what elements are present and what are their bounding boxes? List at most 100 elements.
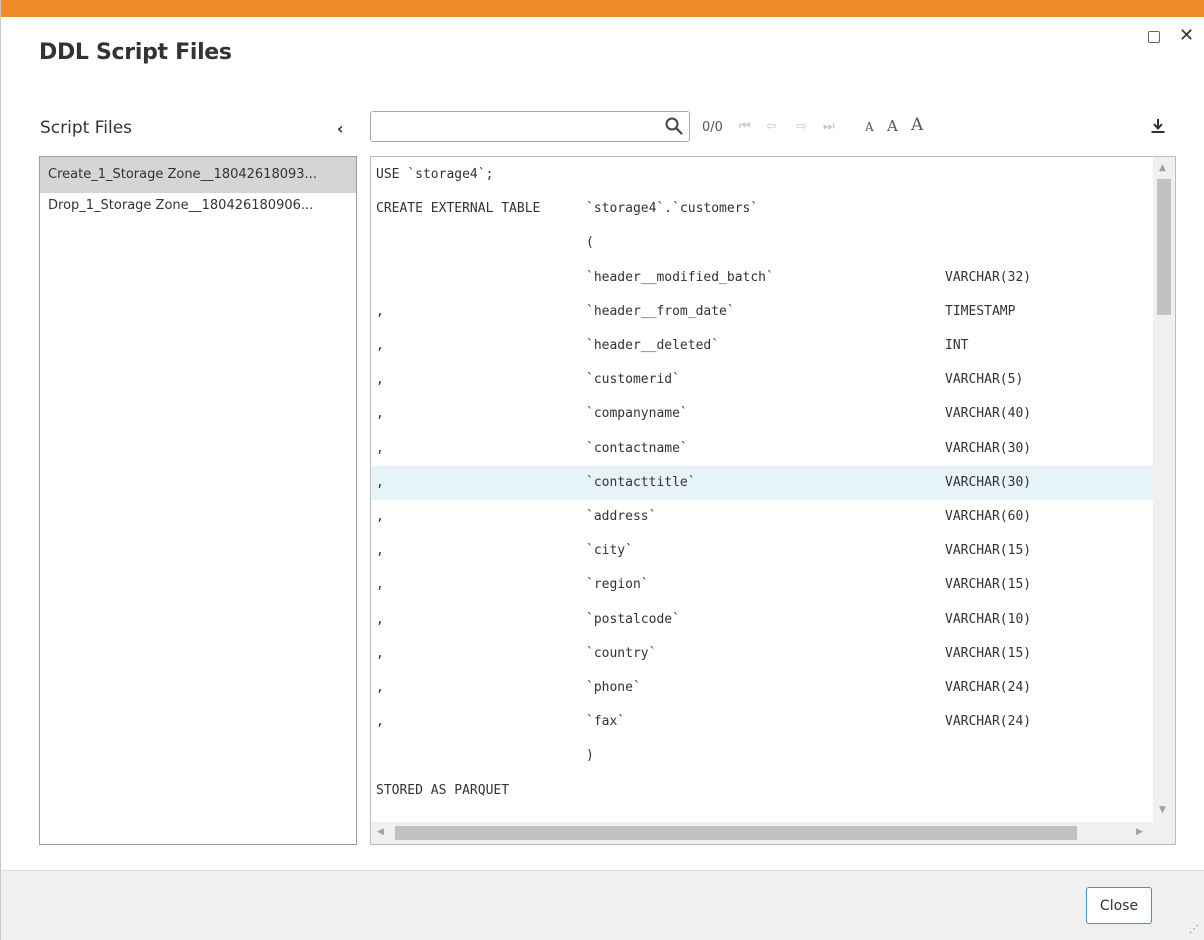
column-name: `region` — [586, 577, 649, 593]
resize-grip-icon[interactable]: ⋰ — [1189, 924, 1199, 935]
code-line: , `fax` VARCHAR(24) — [371, 705, 1153, 739]
collapse-sidebar-icon[interactable]: ‹ — [337, 119, 344, 138]
first-match-icon[interactable]: ⏮ — [739, 119, 751, 134]
code-text: STORED AS PARQUET — [376, 782, 510, 798]
download-icon[interactable] — [1149, 117, 1167, 135]
column-name: `contacttitle` — [586, 474, 696, 490]
script-file-list: Create_1_Storage Zone__18042618093... Dr… — [39, 156, 357, 845]
code-line: , `country` VARCHAR(15) — [371, 637, 1153, 671]
column-type: VARCHAR(5) — [945, 372, 1024, 388]
maximize-icon[interactable] — [1148, 31, 1160, 43]
code-line: , `header__from_date` TIMESTAMP — [371, 295, 1153, 329]
ddl-code-editor[interactable]: STORED AS PARQUET), `fax` VARCHAR(24), `pho… — [370, 156, 1176, 845]
code-line: CREATE EXTERNAL TABLE `storage4`.`custome… — [371, 192, 1153, 226]
code-text: , — [376, 714, 384, 730]
column-name: `header__deleted` — [586, 338, 720, 353]
column-name: `postalcode` — [586, 611, 680, 627]
column-name: `phone` — [586, 680, 641, 695]
code-text: , — [376, 440, 384, 456]
scroll-up-icon[interactable]: ▲ — [1159, 163, 1166, 173]
code-line: USE `storage4`; — [371, 158, 1153, 192]
ddl-script-files-dialog: DDL Script Files ✕ Script Files ‹ Create… — [0, 0, 1204, 940]
column-name: `companyname` — [586, 406, 688, 422]
code-text: , — [376, 338, 384, 353]
column-type: VARCHAR(24) — [945, 714, 1032, 730]
column-name: `country` — [586, 645, 657, 661]
column-name: `header__modified_batch` — [586, 269, 774, 285]
increase-font-button[interactable]: A — [911, 115, 923, 135]
code-text: , — [376, 680, 384, 695]
close-button[interactable]: Close — [1086, 887, 1152, 924]
column-name: `city` — [586, 543, 633, 559]
code-text: USE `storage4`; — [376, 167, 494, 182]
file-item-create[interactable]: Create_1_Storage Zone__18042618093... — [40, 157, 356, 193]
scrollbar-corner — [1153, 822, 1175, 844]
column-type: TIMESTAMP — [945, 303, 1016, 319]
column-name: `fax` — [586, 714, 626, 730]
dialog-footer — [1, 870, 1204, 940]
search-icon[interactable] — [665, 117, 683, 135]
column-name: ( — [586, 235, 594, 251]
column-type: VARCHAR(40) — [945, 406, 1032, 422]
code-line: , `postalcode` VARCHAR(10) — [371, 603, 1153, 637]
last-match-icon[interactable]: ⏭ — [823, 119, 835, 134]
column-name: `address` — [586, 509, 657, 524]
match-count: 0/0 — [702, 120, 723, 135]
column-name: `storage4`.`customers` — [586, 201, 759, 217]
code-line: , `phone` VARCHAR(24) — [371, 671, 1153, 705]
vertical-scrollbar[interactable]: ▲ ▼ — [1153, 157, 1175, 824]
code-text: CREATE EXTERNAL TABLE — [376, 201, 541, 217]
column-type: VARCHAR(15) — [945, 577, 1032, 593]
column-name: `header__from_date` — [586, 303, 735, 319]
column-name: `customerid` — [586, 372, 680, 388]
code-text: , — [376, 645, 384, 661]
code-line: , `contactname` VARCHAR(30) — [371, 432, 1153, 466]
scroll-right-icon[interactable]: ▶ — [1136, 827, 1143, 837]
code-text: , — [376, 474, 384, 490]
scroll-down-icon[interactable]: ▼ — [1159, 805, 1166, 815]
column-type: VARCHAR(32) — [945, 269, 1032, 285]
code-text: , — [376, 406, 384, 422]
code-line: , `companyname` VARCHAR(40) — [371, 397, 1153, 431]
code-line: `header__modified_batch` VARCHAR(32) — [371, 261, 1153, 295]
next-match-icon[interactable]: ⇨ — [796, 119, 807, 134]
code-line: , `contacttitle` VARCHAR(30) — [371, 465, 1153, 500]
file-item-drop[interactable]: Drop_1_Storage Zone__180426180906... — [40, 193, 356, 223]
code-line: , `customerid` VARCHAR(5) — [371, 363, 1153, 397]
column-type: VARCHAR(10) — [945, 611, 1032, 627]
scroll-left-icon[interactable]: ◀ — [377, 827, 384, 837]
code-text: , — [376, 372, 384, 388]
code-text: , — [376, 577, 384, 593]
code-text: , — [376, 543, 384, 559]
sidebar-title: Script Files — [40, 118, 133, 138]
code-line: STORED AS PARQUET — [371, 774, 1153, 808]
dialog-title: DDL Script Files — [39, 40, 232, 65]
column-type: VARCHAR(24) — [945, 680, 1032, 695]
code-text: , — [376, 303, 384, 319]
search-input[interactable] — [370, 111, 690, 142]
code-line: , `region` VARCHAR(15) — [371, 568, 1153, 602]
code-text: , — [376, 509, 384, 524]
column-name: ) — [586, 748, 594, 764]
close-icon[interactable]: ✕ — [1179, 25, 1194, 46]
code-line: , `city` VARCHAR(15) — [371, 534, 1153, 568]
column-type: INT — [945, 338, 969, 353]
column-type: VARCHAR(30) — [945, 440, 1032, 456]
code-text: , — [376, 611, 384, 627]
reset-font-button[interactable]: A — [887, 117, 898, 135]
code-line: ( — [371, 226, 1153, 260]
column-type: VARCHAR(15) — [945, 645, 1032, 661]
code-line: , `address` VARCHAR(60) — [371, 500, 1153, 534]
horizontal-scroll-thumb[interactable] — [395, 826, 1077, 840]
dialog-accent-bar — [1, 0, 1204, 17]
decrease-font-button[interactable]: A — [865, 120, 874, 134]
column-name: `contactname` — [586, 440, 688, 456]
previous-match-icon[interactable]: ⇦ — [766, 119, 777, 134]
code-line: , `header__deleted` INT — [371, 329, 1153, 363]
code-line: ) — [371, 739, 1153, 773]
horizontal-scrollbar[interactable]: ◀ ▶ — [371, 822, 1153, 844]
column-type: VARCHAR(60) — [945, 509, 1032, 524]
column-type: VARCHAR(15) — [945, 543, 1032, 559]
vertical-scroll-thumb[interactable] — [1157, 179, 1171, 315]
column-type: VARCHAR(30) — [945, 474, 1032, 490]
